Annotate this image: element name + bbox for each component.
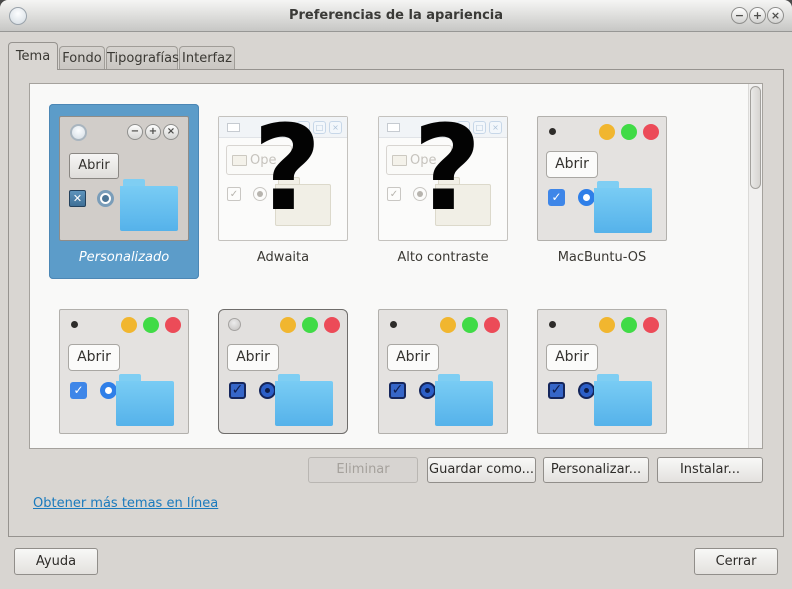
preview-radio-icon xyxy=(578,189,595,206)
preview-window-icon xyxy=(387,123,400,132)
theme-preview: − □ × Ope ✓ ? xyxy=(378,109,508,241)
theme-list: − + × Abrir ✕ Personalizado − □ × Ope ✓ … xyxy=(29,83,763,449)
traffic-yellow-icon xyxy=(440,317,456,333)
folder-icon xyxy=(392,154,407,166)
theme-item[interactable]: Abrir ✓ xyxy=(368,297,518,434)
preview-window-dot-icon xyxy=(390,321,397,328)
ayuda-button[interactable]: Ayuda xyxy=(14,548,98,575)
preview-close-icon: × xyxy=(163,124,179,140)
preview-radio-icon xyxy=(578,382,595,399)
appearance-preferences-window: Preferencias de la apariencia − + × Tema… xyxy=(0,0,792,589)
traffic-red-icon xyxy=(324,317,340,333)
theme-label: MacBuntu-OS xyxy=(557,250,647,265)
preview-checkbox-icon: ✓ xyxy=(227,187,241,201)
instalar-button[interactable]: Instalar... xyxy=(657,457,763,483)
theme-item[interactable]: Abrir ✓ xyxy=(527,297,677,434)
preview-window-dot-icon xyxy=(549,321,556,328)
folder-icon xyxy=(232,154,247,166)
preview-radio-icon xyxy=(100,382,117,399)
preview-checkbox-icon: ✕ xyxy=(69,190,86,207)
preview-radio-icon xyxy=(419,382,436,399)
minimize-button[interactable]: − xyxy=(731,7,748,24)
folder-icon xyxy=(594,181,652,233)
theme-item-personalizado[interactable]: − + × Abrir ✕ Personalizado xyxy=(49,104,199,279)
preview-window-sphere-icon xyxy=(228,318,241,331)
traffic-green-icon xyxy=(621,124,637,140)
theme-preview: Abrir ✓ xyxy=(537,116,667,241)
guardar-como-button[interactable]: Guardar como... xyxy=(427,457,536,483)
preview-window-icon xyxy=(227,123,240,132)
theme-label: Adwaita xyxy=(256,250,310,265)
theme-preview: − + × Abrir ✕ xyxy=(59,116,189,241)
folder-icon xyxy=(435,374,493,426)
theme-item-macbuntu-os[interactable]: Abrir ✓ MacBuntu-OS xyxy=(527,104,677,267)
traffic-yellow-icon xyxy=(599,124,615,140)
folder-icon xyxy=(116,374,174,426)
scrollbar-track[interactable] xyxy=(748,84,762,448)
preview-open-button: Abrir xyxy=(227,344,279,371)
preview-checkbox-icon: ✓ xyxy=(387,187,401,201)
folder-icon xyxy=(120,179,178,231)
traffic-yellow-icon xyxy=(280,317,296,333)
tab-fondo[interactable]: Fondo xyxy=(59,46,105,70)
personalizar-button[interactable]: Personalizar... xyxy=(543,457,649,483)
theme-label: Personalizado xyxy=(78,250,170,265)
preview-checkbox-icon: ✓ xyxy=(389,382,406,399)
folder-icon xyxy=(594,374,652,426)
theme-preview: − □ × Ope ✓ ? xyxy=(218,109,348,241)
traffic-red-icon xyxy=(643,317,659,333)
close-button[interactable]: × xyxy=(767,7,784,24)
missing-thumbnail-icon: ? xyxy=(253,99,322,237)
preview-open-button: Abrir xyxy=(546,344,598,371)
preview-maximize-icon: + xyxy=(145,124,161,140)
eliminar-button[interactable]: Eliminar xyxy=(308,457,418,483)
traffic-red-icon xyxy=(643,124,659,140)
theme-item-alto-contraste[interactable]: − □ × Ope ✓ ? Alto contraste xyxy=(368,104,518,267)
tab-interfaz[interactable]: Interfaz xyxy=(179,46,235,70)
theme-preview: Abrir ✓ xyxy=(537,309,667,434)
theme-preview: Abrir ✓ xyxy=(218,309,348,434)
traffic-green-icon xyxy=(143,317,159,333)
preview-close-icon: × xyxy=(329,121,342,134)
preview-minimize-icon: − xyxy=(127,124,143,140)
theme-label: Alto contraste xyxy=(397,250,489,265)
preview-window-dot-icon xyxy=(549,128,556,135)
traffic-green-icon xyxy=(302,317,318,333)
traffic-yellow-icon xyxy=(599,317,615,333)
preview-open-button: Abrir xyxy=(69,153,119,179)
preview-radio-icon xyxy=(97,190,114,207)
preview-open-button: Abrir xyxy=(546,151,598,178)
missing-thumbnail-icon: ? xyxy=(413,99,482,237)
preview-open-button: Abrir xyxy=(68,344,120,371)
preview-checkbox-icon: ✓ xyxy=(548,189,565,206)
preview-checkbox-icon: ✓ xyxy=(70,382,87,399)
theme-item[interactable]: Abrir ✓ xyxy=(208,297,358,434)
theme-preview: Abrir ✓ xyxy=(59,309,189,434)
theme-preview: Abrir ✓ xyxy=(378,309,508,434)
window-title: Preferencias de la apariencia xyxy=(288,8,504,23)
get-more-themes-link[interactable]: Obtener más temas en línea xyxy=(33,496,218,511)
traffic-yellow-icon xyxy=(121,317,137,333)
titlebar: Preferencias de la apariencia − + × xyxy=(0,0,792,32)
folder-icon xyxy=(275,374,333,426)
traffic-green-icon xyxy=(462,317,478,333)
traffic-green-icon xyxy=(621,317,637,333)
theme-item-adwaita[interactable]: − □ × Ope ✓ ? Adwaita xyxy=(208,104,358,267)
tab-tema[interactable]: Tema xyxy=(8,42,58,70)
tab-tipografias[interactable]: Tipografías xyxy=(106,46,179,70)
traffic-red-icon xyxy=(484,317,500,333)
preview-window-dot-icon xyxy=(71,321,78,328)
theme-item[interactable]: Abrir ✓ xyxy=(49,297,199,434)
scrollbar-thumb[interactable] xyxy=(750,86,761,189)
maximize-button[interactable]: + xyxy=(749,7,766,24)
preview-radio-icon xyxy=(259,382,276,399)
preview-checkbox-icon: ✓ xyxy=(229,382,246,399)
preview-window-menu-icon xyxy=(70,124,87,141)
preview-open-button: Abrir xyxy=(387,344,439,371)
preview-checkbox-icon: ✓ xyxy=(548,382,565,399)
preview-close-icon: × xyxy=(489,121,502,134)
traffic-red-icon xyxy=(165,317,181,333)
cerrar-button[interactable]: Cerrar xyxy=(694,548,778,575)
